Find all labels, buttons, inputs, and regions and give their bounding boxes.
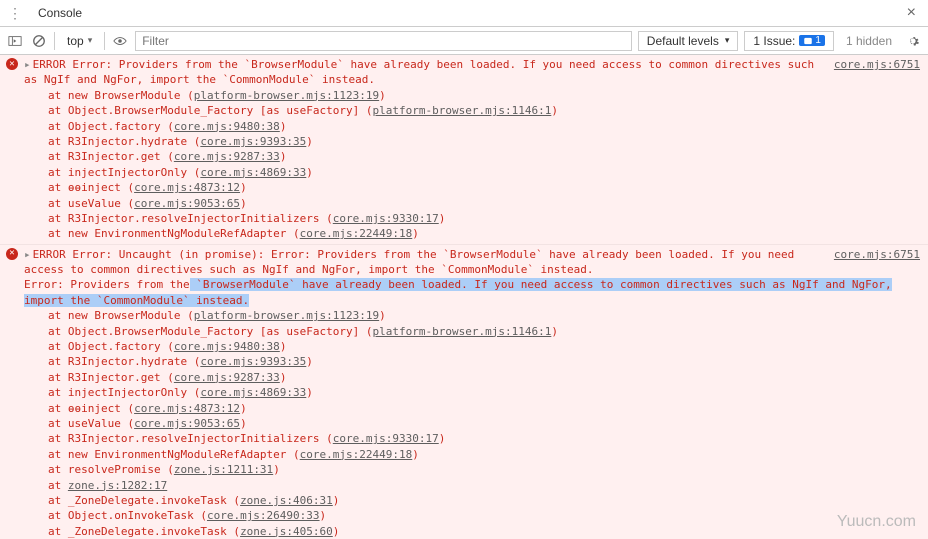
divider [104,32,105,50]
console-tab[interactable]: Console [32,2,88,24]
devtools-header: ⋮ Console × [0,0,928,27]
stack-frame: at injectInjectorOnly (core.mjs:4869:33) [24,165,920,180]
source-link[interactable]: core.mjs:9330:17 [333,212,439,225]
source-link[interactable]: platform-browser.mjs:1146:1 [373,104,552,117]
source-link[interactable]: platform-browser.mjs:1146:1 [373,325,552,338]
expand-arrow-icon[interactable]: ▸ [24,58,31,71]
toggle-sidebar-icon[interactable] [6,32,24,50]
source-link[interactable]: core.mjs:4873:12 [134,402,240,415]
source-link[interactable]: core.mjs:26490:33 [207,509,320,522]
gear-icon[interactable] [904,32,922,50]
log-levels-select[interactable]: Default levels [638,31,739,51]
hidden-count: 1 hidden [840,34,898,48]
console-toolbar: top Default levels 1 Issue: 1 1 hidden [0,27,928,55]
stack-frame: at R3Injector.hydrate (core.mjs:9393:35) [24,354,920,369]
source-link[interactable]: core.mjs:9480:38 [174,120,280,133]
source-link[interactable]: core.mjs:4869:33 [200,166,306,179]
source-link[interactable]: platform-browser.mjs:1123:19 [194,89,379,102]
issues-badge: 1 [799,35,825,46]
source-link[interactable]: platform-browser.mjs:1123:19 [194,309,379,322]
issues-label: 1 Issue: [753,34,795,48]
source-link[interactable]: zone.js:405:60 [240,525,333,538]
stack-frame: at Object.factory (core.mjs:9480:38) [24,339,920,354]
source-link[interactable]: core.mjs:9480:38 [174,340,280,353]
source-link[interactable]: core.mjs:9053:65 [134,417,240,430]
stack-frame: at injectInjectorOnly (core.mjs:4869:33) [24,385,920,400]
source-link[interactable]: core.mjs:6751 [834,57,920,72]
stack-frame: at useValue (core.mjs:9053:65) [24,196,920,211]
source-link[interactable]: zone.js:406:31 [240,494,333,507]
stack-frame: at R3Injector.hydrate (core.mjs:9393:35) [24,134,920,149]
error-text: ERROR Error: Providers from the `Browser… [24,58,814,86]
source-link[interactable]: core.mjs:9287:33 [174,150,280,163]
stack-frame: at _ZoneDelegate.invokeTask (zone.js:405… [24,524,920,539]
source-link[interactable]: core.mjs:9287:33 [174,371,280,384]
stack-frame: at new BrowserModule (platform-browser.m… [24,308,920,323]
stack-frame: at Object.onInvokeTask (core.mjs:26490:3… [24,508,920,523]
source-link[interactable]: core.mjs:22449:18 [300,448,413,461]
stack-frame: at R3Injector.resolveInjectorInitializer… [24,431,920,446]
divider [54,32,55,50]
source-link[interactable]: zone.js:1282:17 [68,479,167,492]
source-link[interactable]: core.mjs:9393:35 [200,135,306,148]
source-link[interactable]: core.mjs:4873:12 [134,181,240,194]
stack-frame: at zone.js:1282:17 [24,478,920,493]
source-link[interactable]: core.mjs:9330:17 [333,432,439,445]
stack-frame: at new EnvironmentNgModuleRefAdapter (co… [24,447,920,462]
issues-count: 1 [815,35,821,46]
error-icon: ✕ [6,58,18,70]
error-message: ✕ core.mjs:6751 ▸ERROR Error: Providers … [0,55,928,245]
error-message: ✕ core.mjs:6751 ▸ERROR Error: Uncaught (… [0,245,928,539]
source-link[interactable]: zone.js:1211:31 [174,463,273,476]
stack-frame: at new BrowserModule (platform-browser.m… [24,88,920,103]
stack-frame: at useValue (core.mjs:9053:65) [24,416,920,431]
close-icon[interactable]: × [903,4,920,22]
stack-frame: at new EnvironmentNgModuleRefAdapter (co… [24,226,920,241]
expand-arrow-icon[interactable]: ▸ [24,248,31,261]
stack-frame: at R3Injector.resolveInjectorInitializer… [24,211,920,226]
issues-button[interactable]: 1 Issue: 1 [744,31,834,51]
source-link[interactable]: core.mjs:22449:18 [300,227,413,240]
stack-frame: at resolvePromise (zone.js:1211:31) [24,462,920,477]
source-link[interactable]: core.mjs:6751 [834,247,920,262]
stack-frame: at _ZoneDelegate.invokeTask (zone.js:406… [24,493,920,508]
drag-handle-icon[interactable]: ⋮ [8,5,22,22]
console-output: ✕ core.mjs:6751 ▸ERROR Error: Providers … [0,55,928,539]
stack-frame: at Object.BrowserModule_Factory [as useF… [24,324,920,339]
source-link[interactable]: core.mjs:4869:33 [200,386,306,399]
error-text: ERROR Error: Uncaught (in promise): Erro… [24,248,794,276]
stack-frame: at R3Injector.get (core.mjs:9287:33) [24,149,920,164]
error-line: Error: Providers from the [24,278,190,291]
stack-frame: at R3Injector.get (core.mjs:9287:33) [24,370,920,385]
stack-frame: at Object.BrowserModule_Factory [as useF… [24,103,920,118]
error-icon: ✕ [6,248,18,260]
context-selector[interactable]: top [61,32,98,50]
stack-frame: at ɵɵinject (core.mjs:4873:12) [24,401,920,416]
source-link[interactable]: core.mjs:9393:35 [200,355,306,368]
eye-icon[interactable] [111,32,129,50]
filter-input[interactable] [135,31,632,51]
clear-console-icon[interactable] [30,32,48,50]
stack-frame: at Object.factory (core.mjs:9480:38) [24,119,920,134]
stack-frame: at ɵɵinject (core.mjs:4873:12) [24,180,920,195]
source-link[interactable]: core.mjs:9053:65 [134,197,240,210]
